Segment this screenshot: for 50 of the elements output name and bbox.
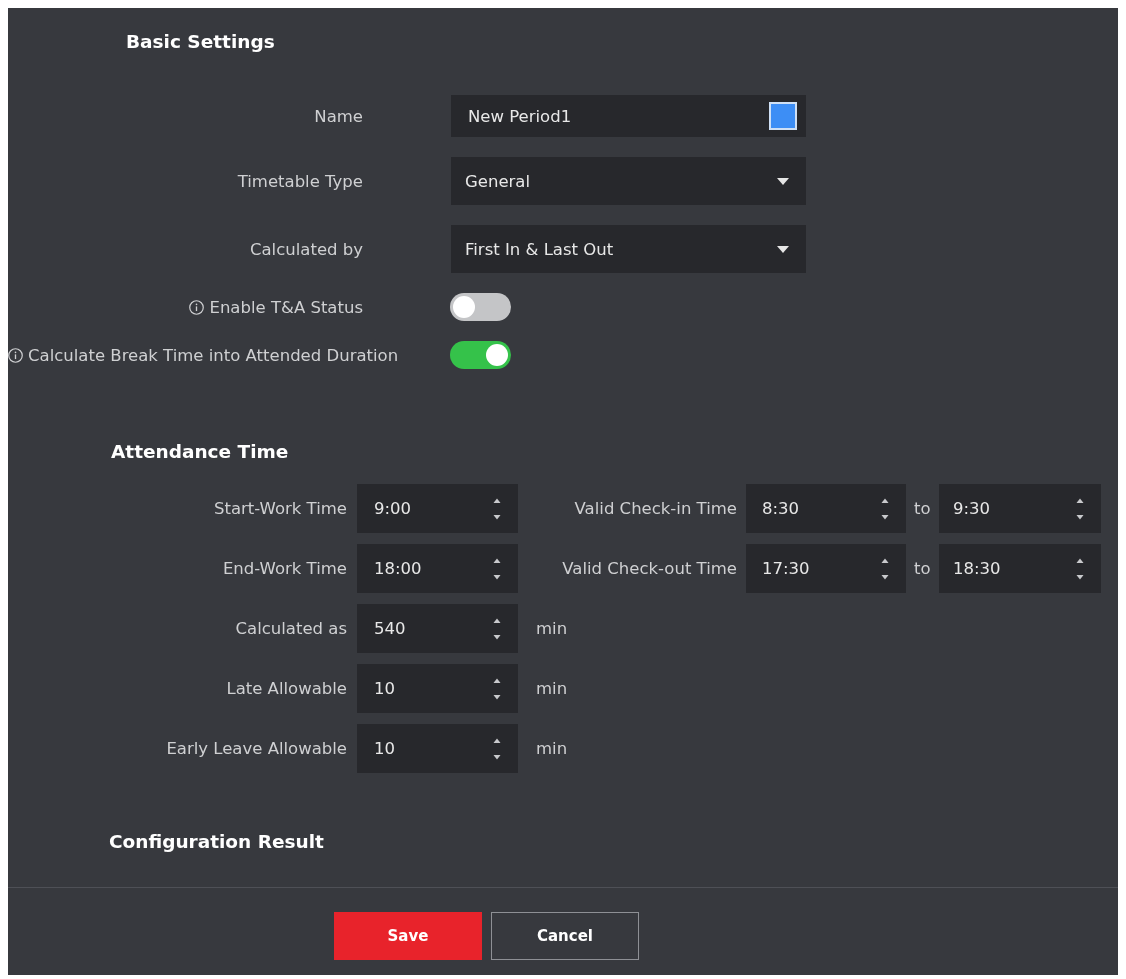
up-down-arrows-icon[interactable] [492, 497, 502, 520]
caret-down-icon [777, 245, 789, 253]
time-input[interactable]: 18:00 [357, 544, 518, 593]
up-down-arrows-icon[interactable] [492, 617, 502, 640]
field-label: Calculate Break Time into Attended Duration [28, 345, 399, 365]
field-label: End-Work Time [222, 559, 347, 578]
field-label: Early Leave Allowable [166, 739, 347, 758]
field-label: Name [314, 106, 363, 126]
separator-label: to [914, 499, 932, 518]
time-input[interactable]: 8:30 [746, 484, 906, 533]
up-down-arrows-icon[interactable] [1075, 557, 1085, 580]
up-down-arrows-icon[interactable] [1075, 497, 1085, 520]
field-label: Calculated as [235, 619, 347, 638]
up-down-arrows-icon[interactable] [492, 737, 502, 760]
section-title: Configuration Result [109, 830, 324, 854]
text-field[interactable]: New Period1 [451, 95, 806, 137]
field-label: Calculated by [249, 239, 363, 259]
unit-label: min [536, 739, 568, 758]
number-input[interactable]: 540 [357, 604, 518, 653]
time-input[interactable]: 9:00 [357, 484, 518, 533]
separator-label: to [914, 559, 932, 578]
up-down-arrows-icon[interactable] [880, 497, 890, 520]
field-label: Late Allowable [226, 679, 347, 698]
unit-label: min [536, 619, 568, 638]
cancel-button[interactable]: Cancel [491, 912, 639, 960]
color-swatch-icon[interactable] [769, 102, 797, 130]
field-label: Start-Work Time [214, 499, 347, 518]
time-input[interactable]: 18:30 [939, 544, 1101, 593]
unit-label: min [536, 679, 568, 698]
section-title: Basic Settings [126, 30, 275, 54]
section-title: Attendance Time [111, 440, 289, 464]
caret-down-icon [777, 177, 789, 185]
field-label: Enable T&A Status [209, 297, 363, 317]
up-down-arrows-icon[interactable] [880, 557, 890, 580]
field-label: Valid Check-out Time [562, 559, 737, 578]
dropdown[interactable]: First In & Last Out [451, 225, 806, 273]
number-input[interactable]: 10 [357, 664, 518, 713]
info-icon[interactable] [189, 299, 205, 315]
time-input[interactable]: 9:30 [939, 484, 1101, 533]
toggle-switch[interactable] [450, 293, 511, 321]
number-input[interactable]: 10 [357, 724, 518, 773]
time-input[interactable]: 17:30 [746, 544, 906, 593]
save-button[interactable]: Save [334, 912, 482, 960]
field-label: Valid Check-in Time [574, 499, 737, 518]
info-icon[interactable] [8, 347, 23, 363]
field-label: Timetable Type [237, 171, 363, 191]
up-down-arrows-icon[interactable] [492, 557, 502, 580]
dropdown[interactable]: General [451, 157, 806, 205]
toggle-switch[interactable] [450, 341, 511, 369]
up-down-arrows-icon[interactable] [492, 677, 502, 700]
